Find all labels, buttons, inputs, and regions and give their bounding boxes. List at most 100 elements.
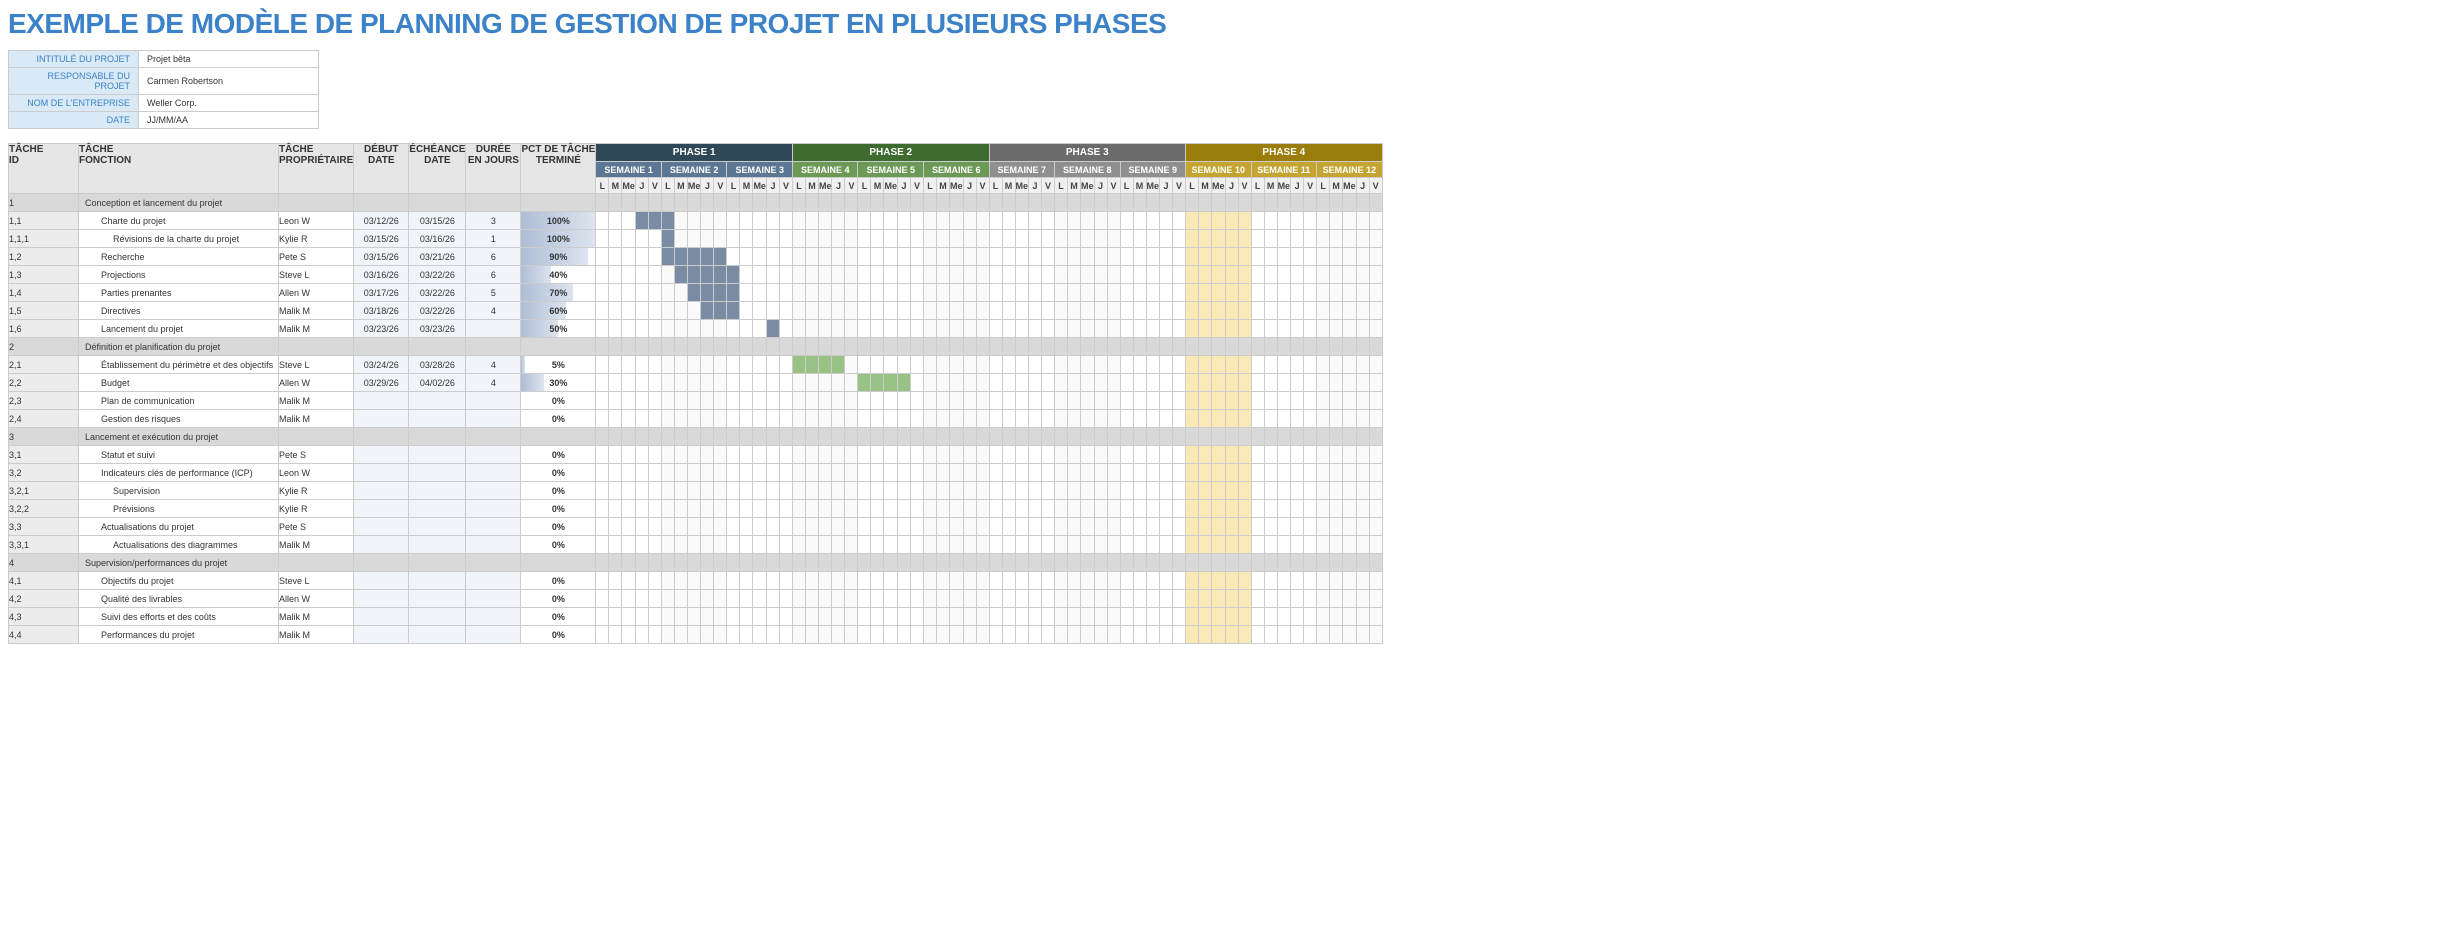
gantt-cell[interactable] xyxy=(701,626,714,644)
gantt-cell[interactable] xyxy=(674,212,687,230)
gantt-cell[interactable] xyxy=(936,626,949,644)
gantt-cell[interactable] xyxy=(1251,266,1264,284)
gantt-cell[interactable] xyxy=(1002,230,1015,248)
task-start[interactable] xyxy=(354,500,409,518)
gantt-cell[interactable] xyxy=(779,572,792,590)
gantt-cell[interactable] xyxy=(1081,302,1095,320)
gantt-cell[interactable] xyxy=(858,572,871,590)
gantt-cell[interactable] xyxy=(1264,266,1277,284)
gantt-cell[interactable] xyxy=(949,608,963,626)
task-start[interactable] xyxy=(354,464,409,482)
gantt-cell[interactable] xyxy=(1343,410,1357,428)
gantt-cell[interactable] xyxy=(976,374,989,392)
gantt-cell[interactable] xyxy=(622,626,636,644)
gantt-cell[interactable] xyxy=(648,230,661,248)
gantt-cell[interactable] xyxy=(674,500,687,518)
gantt-cell[interactable] xyxy=(1055,392,1068,410)
gantt-cell[interactable] xyxy=(714,212,727,230)
gantt-cell[interactable] xyxy=(949,284,963,302)
gantt-cell[interactable] xyxy=(884,284,898,302)
gantt-cell[interactable] xyxy=(1133,320,1146,338)
gantt-cell[interactable] xyxy=(884,356,898,374)
gantt-cell[interactable] xyxy=(923,536,936,554)
gantt-cell[interactable] xyxy=(727,572,740,590)
gantt-cell[interactable] xyxy=(1173,392,1186,410)
gantt-cell[interactable] xyxy=(923,500,936,518)
gantt-cell[interactable] xyxy=(1081,608,1095,626)
gantt-cell[interactable] xyxy=(1356,392,1369,410)
gantt-cell[interactable] xyxy=(1251,356,1264,374)
gantt-cell[interactable] xyxy=(753,500,767,518)
gantt-cell[interactable] xyxy=(1055,482,1068,500)
gantt-cell[interactable] xyxy=(753,266,767,284)
gantt-cell[interactable] xyxy=(818,266,832,284)
gantt-cell[interactable] xyxy=(1042,536,1055,554)
gantt-cell[interactable] xyxy=(1251,392,1264,410)
gantt-cell[interactable] xyxy=(910,284,923,302)
gantt-cell[interactable] xyxy=(1002,626,1015,644)
gantt-cell[interactable] xyxy=(1212,248,1226,266)
gantt-cell[interactable] xyxy=(622,248,636,266)
gantt-cell[interactable] xyxy=(674,356,687,374)
gantt-cell[interactable] xyxy=(1264,248,1277,266)
gantt-cell[interactable] xyxy=(1107,464,1120,482)
gantt-cell[interactable] xyxy=(1330,626,1343,644)
gantt-cell[interactable] xyxy=(727,302,740,320)
gantt-cell[interactable] xyxy=(609,266,622,284)
gantt-cell[interactable] xyxy=(976,536,989,554)
gantt-cell[interactable] xyxy=(740,230,753,248)
gantt-cell[interactable] xyxy=(832,284,845,302)
task-fn[interactable]: Lancement du projet xyxy=(79,320,279,338)
gantt-cell[interactable] xyxy=(1186,464,1199,482)
gantt-cell[interactable] xyxy=(1133,356,1146,374)
gantt-cell[interactable] xyxy=(976,410,989,428)
gantt-cell[interactable] xyxy=(1146,464,1160,482)
task-dur[interactable]: 4 xyxy=(466,374,521,392)
gantt-cell[interactable] xyxy=(609,356,622,374)
gantt-cell[interactable] xyxy=(674,608,687,626)
gantt-cell[interactable] xyxy=(1238,626,1251,644)
gantt-cell[interactable] xyxy=(1317,482,1330,500)
gantt-cell[interactable] xyxy=(674,248,687,266)
gantt-cell[interactable] xyxy=(714,500,727,518)
gantt-cell[interactable] xyxy=(1317,590,1330,608)
gantt-cell[interactable] xyxy=(792,374,805,392)
gantt-cell[interactable] xyxy=(805,446,818,464)
gantt-cell[interactable] xyxy=(1330,446,1343,464)
gantt-cell[interactable] xyxy=(1107,266,1120,284)
task-fn[interactable]: Qualité des livrables xyxy=(79,590,279,608)
gantt-cell[interactable] xyxy=(845,284,858,302)
gantt-cell[interactable] xyxy=(766,500,779,518)
gantt-cell[interactable] xyxy=(701,212,714,230)
gantt-cell[interactable] xyxy=(936,248,949,266)
gantt-cell[interactable] xyxy=(1081,590,1095,608)
gantt-cell[interactable] xyxy=(648,374,661,392)
gantt-cell[interactable] xyxy=(1055,410,1068,428)
gantt-cell[interactable] xyxy=(740,392,753,410)
gantt-cell[interactable] xyxy=(1199,230,1212,248)
gantt-cell[interactable] xyxy=(989,518,1002,536)
gantt-cell[interactable] xyxy=(1160,410,1173,428)
gantt-cell[interactable] xyxy=(1133,608,1146,626)
gantt-cell[interactable] xyxy=(1120,212,1133,230)
gantt-cell[interactable] xyxy=(792,572,805,590)
gantt-cell[interactable] xyxy=(1343,500,1357,518)
task-id[interactable]: 1,5 xyxy=(9,302,79,320)
gantt-cell[interactable] xyxy=(949,230,963,248)
gantt-cell[interactable] xyxy=(1055,356,1068,374)
gantt-cell[interactable] xyxy=(1094,230,1107,248)
gantt-cell[interactable] xyxy=(1212,608,1226,626)
gantt-cell[interactable] xyxy=(740,248,753,266)
gantt-cell[interactable] xyxy=(1343,518,1357,536)
gantt-cell[interactable] xyxy=(897,374,910,392)
gantt-cell[interactable] xyxy=(661,590,674,608)
gantt-cell[interactable] xyxy=(1186,266,1199,284)
gantt-cell[interactable] xyxy=(1356,248,1369,266)
gantt-cell[interactable] xyxy=(1369,590,1382,608)
task-pct[interactable]: 0% xyxy=(521,446,596,464)
gantt-cell[interactable] xyxy=(1133,482,1146,500)
gantt-cell[interactable] xyxy=(1133,248,1146,266)
gantt-cell[interactable] xyxy=(766,572,779,590)
gantt-cell[interactable] xyxy=(792,500,805,518)
gantt-cell[interactable] xyxy=(910,536,923,554)
